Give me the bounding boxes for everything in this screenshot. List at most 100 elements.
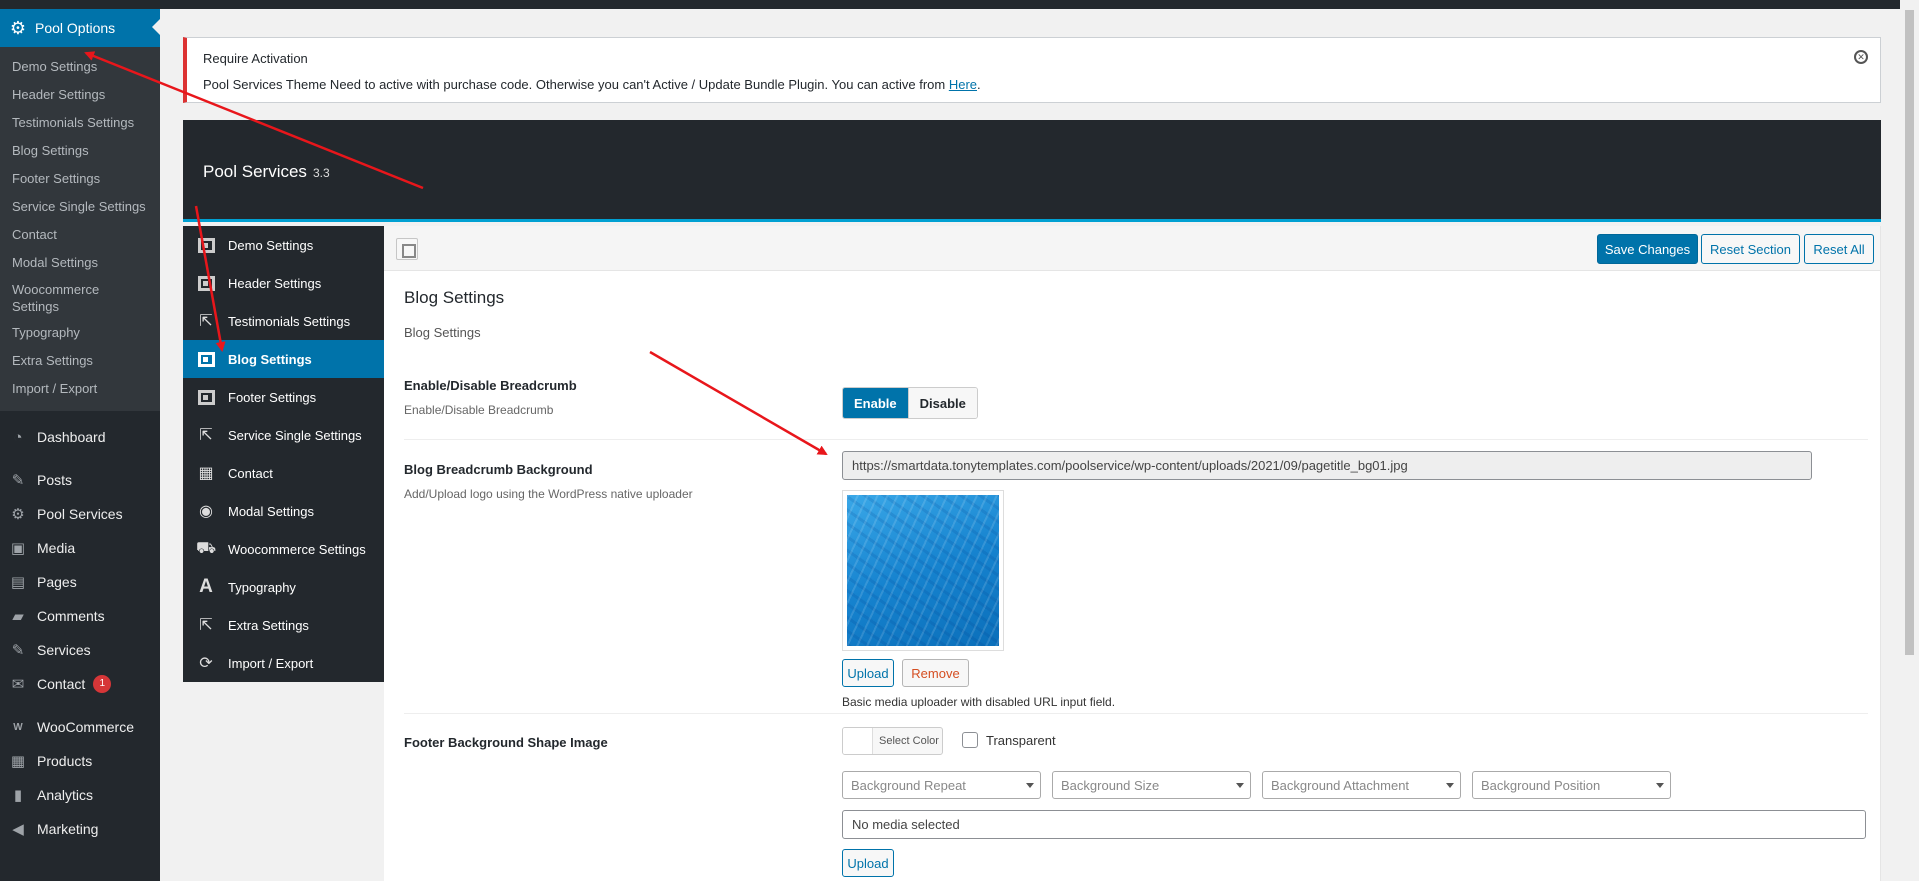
menu-item-analytics[interactable]: ▮ Analytics — [0, 778, 160, 812]
notice-link[interactable]: Here — [949, 77, 977, 92]
background-attachment-select[interactable]: Background Attachment — [1262, 771, 1461, 799]
media-url-field[interactable]: No media selected — [842, 810, 1866, 839]
section-tab-demo-settings[interactable]: Demo Settings — [183, 226, 384, 264]
select-placeholder: Background Attachment — [1271, 777, 1410, 793]
menu-item-pages[interactable]: ▤ Pages — [0, 565, 160, 599]
select-placeholder: Background Position — [1481, 777, 1601, 793]
menu-label: Services — [37, 642, 91, 658]
select-placeholder: Background Repeat — [851, 777, 966, 793]
section-tab-header-settings[interactable]: Header Settings — [183, 264, 384, 302]
menu-label: Analytics — [37, 787, 94, 803]
section-tab-label: Extra Settings — [228, 617, 309, 633]
section-tab-modal-settings[interactable]: ◉ Modal Settings — [183, 492, 384, 530]
remove-button[interactable]: Remove — [902, 659, 969, 687]
select-placeholder: Background Size — [1061, 777, 1160, 793]
transparent-checkbox[interactable]: Transparent — [962, 732, 1056, 748]
submenu-item[interactable]: Testimonials Settings — [0, 109, 160, 137]
section-tab-import-export[interactable]: ⟳ Import / Export — [183, 644, 384, 682]
upload-button[interactable]: Upload — [842, 849, 894, 877]
field-title: Footer Background Shape Image — [404, 735, 608, 750]
woo-icon: W — [13, 721, 23, 733]
section-tab-extra-settings[interactable]: ⇱ Extra Settings — [183, 606, 384, 644]
upload-button[interactable]: Upload — [842, 659, 894, 687]
submenu-item[interactable]: Header Settings — [0, 81, 160, 109]
page-scrollbar[interactable] — [1900, 0, 1919, 881]
menu-item-services[interactable]: ✎ Services — [0, 633, 160, 667]
submenu-item[interactable]: Service Single Settings — [0, 193, 160, 221]
pages-icon: ▤ — [10, 574, 26, 591]
submenu-item[interactable]: Woocommerce Settings — [0, 277, 118, 319]
notice-text: Pool Services Theme Need to active with … — [203, 77, 949, 92]
field-title: Enable/Disable Breadcrumb — [404, 378, 577, 393]
menu-item-dashboard[interactable]: ◔ Dashboard — [0, 420, 160, 454]
menu-label: Pool Services — [37, 506, 123, 522]
circle-icon: ◉ — [199, 503, 213, 520]
background-position-select[interactable]: Background Position — [1472, 771, 1671, 799]
background-size-select[interactable]: Background Size — [1052, 771, 1251, 799]
submenu-item[interactable]: Demo Settings — [0, 53, 160, 81]
section-tab-label: Footer Settings — [228, 389, 317, 405]
menu-label: Posts — [37, 472, 73, 488]
bar-chart-icon: ▮ — [13, 787, 23, 804]
pin-icon: ✎ — [11, 472, 25, 489]
chevron-down-icon — [1446, 783, 1454, 788]
menu-item-contact[interactable]: ✉ Contact 1 — [0, 667, 160, 701]
share-icon: ⇱ — [199, 427, 213, 444]
menu-item-posts[interactable]: ✎ Posts — [0, 463, 160, 497]
field-title: Blog Breadcrumb Background — [404, 462, 593, 477]
menu-item-marketing[interactable]: ◀ Marketing — [0, 812, 160, 846]
section-tab-label: Woocommerce Settings — [228, 541, 366, 557]
submenu-item[interactable]: Modal Settings — [0, 249, 160, 277]
options-toolbar: Save Changes Reset Section Reset All — [384, 226, 1880, 271]
reset-all-button[interactable]: Reset All — [1804, 234, 1874, 264]
background-repeat-select[interactable]: Background Repeat — [842, 771, 1041, 799]
menu-item-comments[interactable]: ▰ Comments — [0, 599, 160, 633]
submenu-item[interactable]: Extra Settings — [0, 347, 160, 375]
submenu-item[interactable]: Contact — [0, 221, 160, 249]
submenu-item[interactable]: Typography — [0, 319, 160, 347]
options-panel-header: Pool Services 3.3 — [183, 120, 1881, 222]
section-tab-service-single-settings[interactable]: ⇱ Service Single Settings — [183, 416, 384, 454]
close-icon[interactable]: ✕ — [1854, 50, 1868, 64]
share-icon: ⇱ — [199, 617, 213, 634]
media-icon: ▣ — [10, 540, 26, 557]
section-tab-footer-settings[interactable]: Footer Settings — [183, 378, 384, 416]
menu-item-woocommerce[interactable]: W WooCommerce — [0, 710, 160, 744]
menu-label: WooCommerce — [37, 719, 134, 735]
menu-item-products[interactable]: ▦ Products — [0, 744, 160, 778]
box-icon — [196, 349, 216, 369]
field-hint: Basic media uploader with disabled URL i… — [842, 695, 1116, 709]
enable-option[interactable]: Enable — [843, 388, 908, 418]
section-tab-contact[interactable]: ▦ Contact — [183, 454, 384, 492]
section-tab-blog-settings[interactable]: Blog Settings — [183, 340, 384, 378]
notice-message: Pool Services Theme Need to active with … — [203, 77, 981, 92]
scrollbar-thumb[interactable] — [1905, 10, 1914, 655]
section-tab-testimonials-settings[interactable]: ⇱ Testimonials Settings — [183, 302, 384, 340]
menu-label: Pages — [37, 574, 77, 590]
expand-options-icon[interactable] — [396, 238, 418, 260]
menu-item-pool-services[interactable]: ⚙ Pool Services — [0, 497, 160, 531]
section-tab-typography[interactable]: A Typography — [183, 568, 384, 606]
menu-item-media[interactable]: ▣ Media — [0, 531, 160, 565]
media-url-field: https://smartdata.tonytemplates.com/pool… — [842, 451, 1812, 480]
checkbox[interactable] — [962, 732, 978, 748]
submenu-item[interactable]: Footer Settings — [0, 165, 160, 193]
save-changes-button[interactable]: Save Changes — [1597, 234, 1698, 264]
menu-item-pool-options[interactable]: ⚙ Pool Options — [0, 9, 160, 47]
section-tab-label: Header Settings — [228, 275, 322, 291]
section-tab-label: Testimonials Settings — [228, 313, 351, 329]
section-tab-label: Modal Settings — [228, 503, 314, 519]
submenu-item[interactable]: Import / Export — [0, 375, 160, 403]
color-picker-button[interactable]: Select Color — [842, 727, 943, 755]
comment-icon: ▰ — [12, 608, 24, 625]
options-sidebar: Demo Settings Header Settings ⇱ Testimoni… — [183, 226, 384, 682]
chevron-down-icon — [1026, 783, 1034, 788]
box-icon — [196, 387, 216, 407]
panel-version: 3.3 — [312, 166, 330, 180]
menu-label: Products — [37, 753, 93, 769]
archive-icon: ▦ — [10, 753, 26, 770]
section-tab-woocommerce-settings[interactable]: ⛟ Woocommerce Settings — [183, 530, 384, 568]
disable-option[interactable]: Disable — [907, 388, 977, 418]
reset-section-button[interactable]: Reset Section — [1701, 234, 1800, 264]
submenu-item[interactable]: Blog Settings — [0, 137, 160, 165]
